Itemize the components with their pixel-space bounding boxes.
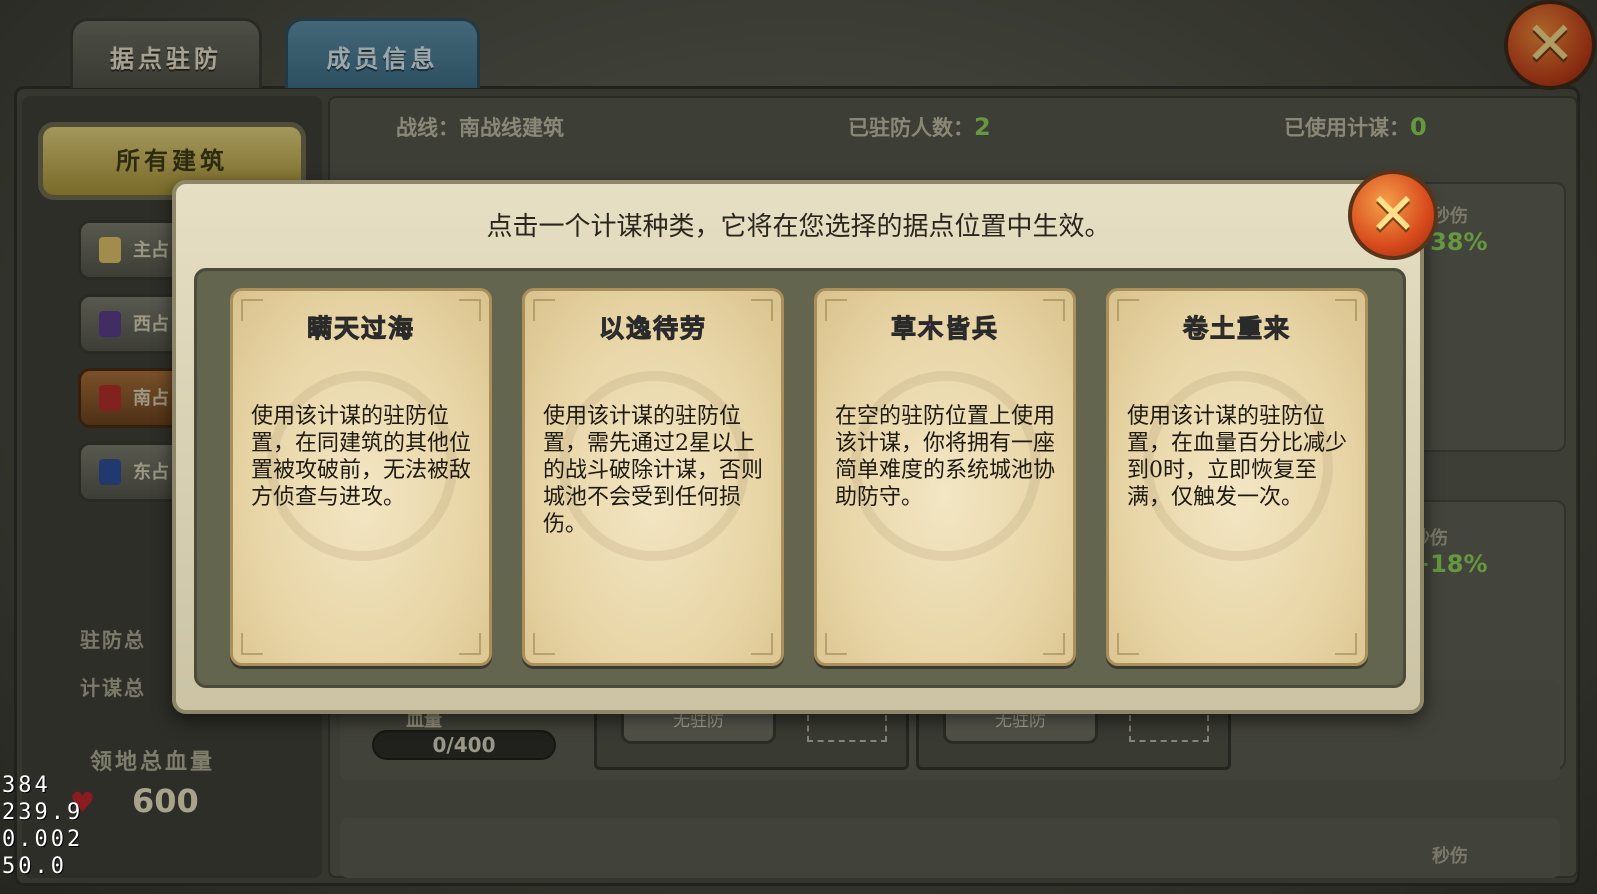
card-description: 使用该计谋的驻防位置，在同建筑的其他位置被攻破前，无法被敌方侦查与进攻。: [251, 404, 472, 510]
debug-line: 384: [2, 773, 51, 798]
dialog-close-button[interactable]: ✕: [1348, 170, 1438, 260]
card-title: 草木皆兵: [890, 314, 999, 344]
debug-line: 50.0: [2, 854, 67, 879]
strategy-card[interactable]: 以逸待劳 使用该计谋的驻防位置，需先通过2星以上的战斗破除计谋，否则城池不会受到…: [522, 288, 784, 666]
card-title: 瞒天过海: [306, 314, 415, 344]
fps-debug-overlay: 384 239.9 0.002 50.0: [2, 772, 83, 880]
card-description: 使用该计谋的驻防位置，需先通过2星以上的战斗破除计谋，否则城池不会受到任何损伤。: [543, 404, 764, 537]
card-description: 使用该计谋的驻防位置，在血量百分比减少到0时，立即恢复至满，仅触发一次。: [1127, 404, 1348, 510]
strategy-card[interactable]: 草木皆兵 在空的驻防位置上使用该计谋，你将拥有一座简单难度的系统城池协助防守。: [814, 288, 1076, 666]
strategy-card[interactable]: 卷土重来 使用该计谋的驻防位置，在血量百分比减少到0时，立即恢复至满，仅触发一次…: [1106, 288, 1368, 666]
debug-line: 239.9: [2, 800, 84, 825]
card-title: 卷土重来: [1182, 314, 1291, 344]
card-title: 以逸待劳: [598, 314, 707, 344]
card-description: 在空的驻防位置上使用该计谋，你将拥有一座简单难度的系统城池协助防守。: [835, 404, 1056, 510]
debug-line: 0.002: [2, 827, 84, 852]
strategy-card[interactable]: 瞒天过海 使用该计谋的驻防位置，在同建筑的其他位置被攻破前，无法被敌方侦查与进攻…: [230, 288, 492, 666]
